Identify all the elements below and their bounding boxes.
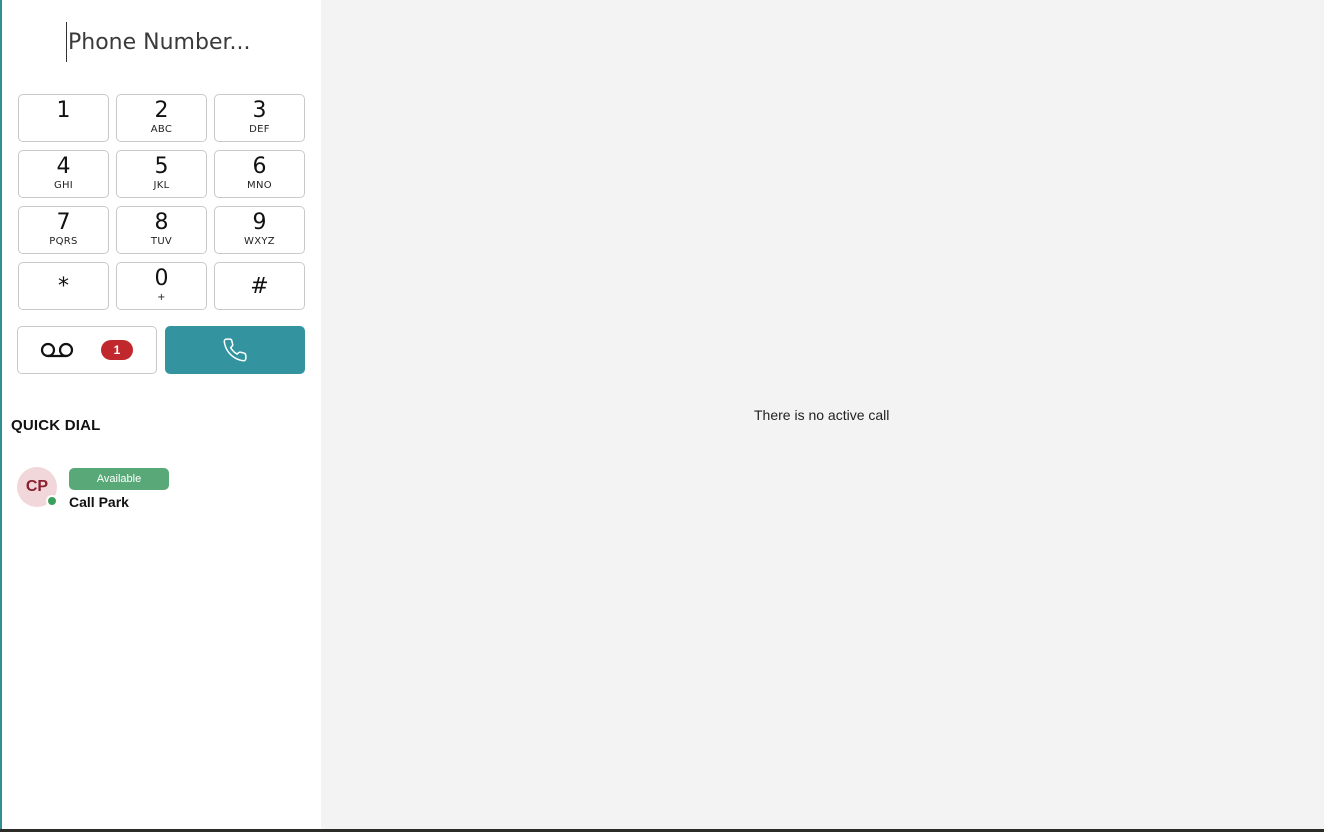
- quick-dial-title: QUICK DIAL: [11, 417, 101, 434]
- key-letters: JKL: [153, 180, 170, 191]
- key-5[interactable]: 5 JKL: [116, 150, 207, 198]
- status-badge: Available: [69, 468, 169, 490]
- key-digit: #: [250, 274, 269, 299]
- key-letters: TUV: [150, 236, 173, 247]
- key-9[interactable]: 9 WXYZ: [214, 206, 305, 254]
- call-button[interactable]: [165, 326, 305, 374]
- key-letters: DEF: [249, 124, 270, 135]
- quick-dial-contact[interactable]: CP Available Call Park: [17, 466, 217, 516]
- key-digit: *: [58, 274, 69, 299]
- key-letters: PQRS: [49, 236, 78, 247]
- key-1[interactable]: 1: [18, 94, 109, 142]
- key-8[interactable]: 8 TUV: [116, 206, 207, 254]
- presence-indicator: [46, 495, 58, 507]
- key-hash[interactable]: #: [214, 262, 305, 310]
- contact-name: Call Park: [69, 494, 129, 510]
- no-active-call-message: There is no active call: [754, 407, 890, 423]
- key-digit: 7: [56, 210, 71, 235]
- key-letters: ABC: [150, 124, 173, 135]
- key-0[interactable]: 0 +: [116, 262, 207, 310]
- key-letters: WXYZ: [244, 236, 275, 247]
- key-digit: 2: [154, 98, 169, 123]
- keypad: 1 2 ABC 3 DEF 4 GHI 5 JKL 6 MNO 7 PQRS 8: [18, 94, 305, 310]
- key-star[interactable]: *: [18, 262, 109, 310]
- key-digit: 4: [56, 154, 71, 179]
- key-3[interactable]: 3 DEF: [214, 94, 305, 142]
- key-letters: MNO: [247, 180, 272, 191]
- key-letters: GHI: [53, 180, 74, 191]
- key-digit: 6: [252, 154, 267, 179]
- voicemail-count-badge: 1: [101, 340, 133, 360]
- voicemail-icon: [40, 342, 74, 363]
- key-7[interactable]: 7 PQRS: [18, 206, 109, 254]
- key-digit: 1: [56, 98, 71, 123]
- dialer-panel: 1 2 ABC 3 DEF 4 GHI 5 JKL 6 MNO 7 PQRS 8: [2, 0, 321, 829]
- key-6[interactable]: 6 MNO: [214, 150, 305, 198]
- key-digit: 5: [154, 154, 169, 179]
- key-digit: 0: [154, 266, 169, 291]
- key-digit: 9: [252, 210, 267, 235]
- key-4[interactable]: 4 GHI: [18, 150, 109, 198]
- phone-icon: [222, 337, 248, 368]
- phone-number-input[interactable]: [66, 22, 266, 62]
- key-digit: 8: [154, 210, 169, 235]
- key-digit: 3: [252, 98, 267, 123]
- voicemail-button[interactable]: 1: [17, 326, 157, 374]
- key-2[interactable]: 2 ABC: [116, 94, 207, 142]
- key-letters: +: [157, 292, 166, 303]
